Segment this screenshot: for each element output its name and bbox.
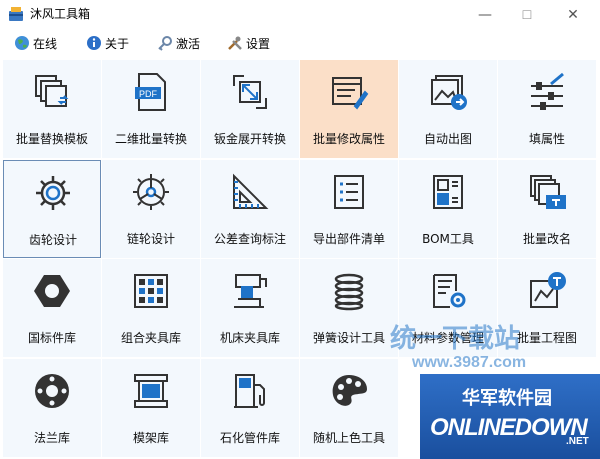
tool-sheetmetal-unfold[interactable]: 钣金展开转换 [201,60,299,158]
menu-activate[interactable]: 激活 [157,33,200,53]
bom-icon [433,175,463,209]
nut-icon [34,275,70,307]
unfold-icon [233,75,267,109]
tool-mold-base-lib[interactable]: 模架库 [102,359,200,457]
flange-icon [35,374,69,408]
machine-fixture-icon [234,274,267,308]
tool-fill-properties[interactable]: 填属性 [498,60,596,158]
fixture-grid-icon [134,274,168,308]
tool-label: 批量修改属性 [312,132,385,146]
menu-about[interactable]: 关于 [86,33,129,53]
gear-icon [36,176,70,210]
watermark-brand-suffix: .NET [566,436,589,447]
tolerance-icon [233,173,269,209]
watermark-url: www.3987.com [412,354,527,371]
parts-list-icon [334,175,364,209]
tool-flange-lib[interactable]: 法兰库 [3,359,101,457]
tool-batch-edit-properties[interactable]: 批量修改属性 [300,60,398,158]
tool-spring-design[interactable]: 弹簧设计工具 [300,259,398,357]
tool-label: 国标件库 [27,331,76,345]
window-title: 沐风工具箱 [30,7,91,21]
tool-batch-rename[interactable]: 批量改名 [498,160,596,258]
watermark-site-name: 统一下载站 [390,323,521,353]
menu-about-label: 关于 [105,36,130,51]
rename-icon [530,175,566,209]
tool-label: 公差查询标注 [213,232,286,246]
tool-bom[interactable]: BOM工具 [399,160,497,258]
svg-text:PDF: PDF [139,89,158,99]
tools-icon [228,36,242,50]
watermark-brand: 华军软件园 [462,388,552,408]
tool-gear-design[interactable]: 齿轮设计 [3,160,101,258]
tool-export-parts-list[interactable]: 导出部件清单 [300,160,398,258]
tool-2d-batch-convert[interactable]: PDF 二维批量转换 [102,60,200,158]
info-icon [87,36,101,50]
tool-tolerance-lookup[interactable]: 公差查询标注 [201,160,299,258]
globe-icon [15,36,29,50]
toolbox-app-icon [9,7,23,21]
tool-random-color[interactable]: 随机上色工具 [300,359,398,457]
title-bar: 沐风工具箱 — ☐ ✕ [0,0,600,29]
tool-label: 自动出图 [423,132,472,146]
tool-modular-fixture-lib[interactable]: 组合夹具库 [102,259,200,357]
menu-online-label: 在线 [33,36,58,51]
maximize-button[interactable]: ☐ [504,0,550,29]
tool-label: 填属性 [528,132,565,146]
tool-batch-replace-template[interactable]: 批量替换模板 [3,60,101,158]
tool-label: 批量替换模板 [15,132,88,146]
tool-label: 钣金展开转换 [213,132,286,146]
tool-label: 批量改名 [522,232,571,246]
watermark-brand-en: ONLINEDOWN [430,414,588,441]
auto-drawing-icon [431,75,467,110]
close-button[interactable]: ✕ [550,0,596,29]
spring-icon [334,273,364,311]
tool-label: 导出部件清单 [312,232,385,246]
fill-properties-icon [531,72,564,110]
menu-activate-label: 激活 [176,36,201,51]
minimize-button[interactable]: — [462,0,508,29]
menu-online[interactable]: 在线 [14,33,57,53]
tool-auto-drawing[interactable]: 自动出图 [399,60,497,158]
tool-gb-standard-parts[interactable]: 国标件库 [3,259,101,357]
key-icon [158,36,172,51]
tool-label: 组合夹具库 [120,331,181,345]
watermark-brand-box: 华军软件园 ONLINEDOWN .NET [420,374,600,459]
edit-properties-icon [332,77,369,110]
tool-label: 模架库 [132,431,169,445]
material-icon [433,274,466,308]
replace-template-icon [35,75,69,107]
tool-label: 随机上色工具 [312,431,385,445]
tool-label: 法兰库 [33,431,70,445]
palette-icon [332,375,367,406]
menu-settings[interactable]: 设置 [227,33,270,53]
batch-drawing-icon [530,272,566,308]
tool-petrochem-pipe-lib[interactable]: 石化管件库 [201,359,299,457]
tool-label: 链轮设计 [126,232,175,246]
pipe-fitting-icon [234,374,265,408]
sprocket-icon [133,174,169,210]
tool-label: BOM工具 [422,232,474,246]
menu-bar: 在线 关于 激活 设置 [0,29,600,57]
tool-machine-fixture-lib[interactable]: 机床夹具库 [201,259,299,357]
tool-label: 齿轮设计 [28,233,77,247]
menu-settings-label: 设置 [246,36,271,51]
tool-label: 二维批量转换 [114,132,187,146]
tool-sprocket-design[interactable]: 链轮设计 [102,160,200,258]
tool-label: 机床夹具库 [219,331,280,345]
tool-label: 弹簧设计工具 [312,331,385,345]
tool-label: 石化管件库 [219,431,280,445]
pdf-icon: PDF [135,73,166,111]
mold-base-icon [134,374,168,408]
